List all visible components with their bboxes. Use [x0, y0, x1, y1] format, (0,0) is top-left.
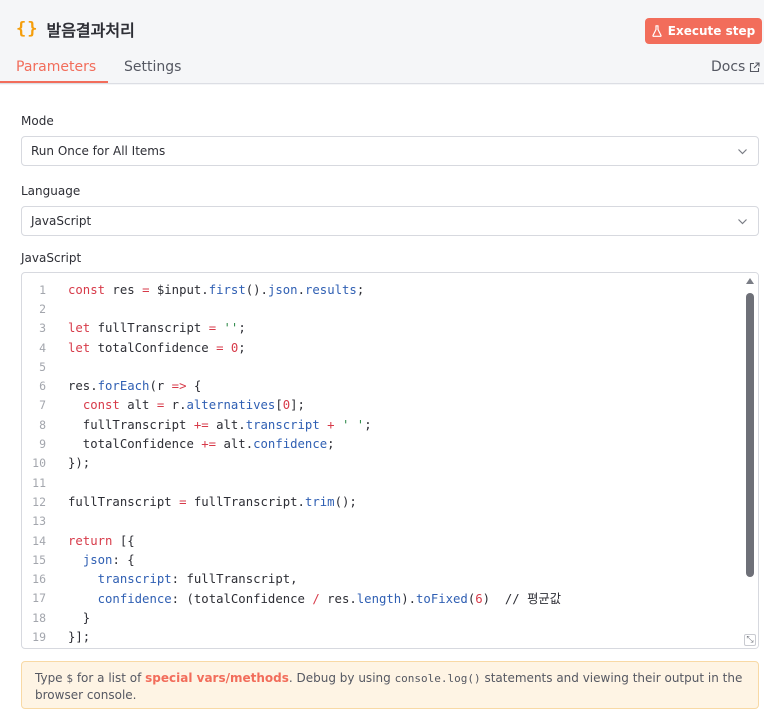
- tab-parameters[interactable]: Parameters: [16, 59, 96, 75]
- code-braces-icon: {}: [16, 19, 39, 39]
- code-text: }: [68, 610, 91, 625]
- active-tab-indicator: [0, 81, 108, 83]
- language-value: JavaScript: [31, 214, 92, 228]
- execute-step-label: Execute step: [667, 24, 756, 38]
- code-text: res.forEach(r => {: [68, 379, 202, 394]
- mode-value: Run Once for All Items: [31, 144, 166, 158]
- line-number: 9: [39, 437, 46, 452]
- code-line[interactable]: 3 let fullTranscript = '';: [22, 319, 742, 338]
- code-line[interactable]: 7 const alt = r.alternatives[0];: [22, 396, 742, 415]
- line-number: 1: [39, 282, 46, 297]
- code-lines: 1 const res = $input.first().json.results…: [22, 280, 742, 647]
- code-line[interactable]: 8 fullTranscript += alt.transcript + ' '…: [22, 415, 742, 434]
- code-line[interactable]: 2: [22, 299, 742, 318]
- line-number: 13: [32, 514, 46, 529]
- scrollbar-thumb[interactable]: [746, 293, 754, 577]
- code-text: transcript: fullTranscript,: [97, 572, 298, 587]
- language-select[interactable]: JavaScript: [21, 206, 759, 236]
- code-editor[interactable]: 1 const res = $input.first().json.results…: [21, 272, 759, 649]
- code-text: return [{: [68, 533, 135, 548]
- editor-scrollbar[interactable]: [742, 273, 758, 648]
- line-number: 2: [39, 301, 46, 316]
- docs-label: Docs: [711, 59, 746, 75]
- code-line[interactable]: 19}];: [22, 627, 742, 646]
- node-title[interactable]: 발음결과처리: [46, 17, 134, 41]
- line-number: 16: [32, 572, 46, 587]
- special-vars-link[interactable]: special vars/methods: [145, 671, 289, 685]
- hint-console-log: console.log(): [394, 672, 481, 685]
- hint-text: for a list of: [73, 671, 146, 685]
- code-line[interactable]: 15 json: {: [22, 550, 742, 569]
- line-number: 18: [32, 610, 46, 625]
- line-number: 3: [39, 321, 46, 336]
- line-number: 10: [32, 456, 46, 471]
- flask-icon: [652, 25, 662, 37]
- chevron-down-icon: [738, 149, 747, 155]
- external-link-icon: [750, 61, 760, 72]
- line-number: 8: [39, 417, 46, 432]
- line-number: 7: [39, 398, 46, 413]
- line-number: 12: [32, 494, 46, 509]
- code-line[interactable]: 17 confidence: (totalConfidence / res.le…: [22, 589, 742, 608]
- mode-select[interactable]: Run Once for All Items: [21, 136, 759, 166]
- code-label: JavaScript: [21, 251, 82, 265]
- language-label: Language: [21, 184, 81, 198]
- code-line[interactable]: 18 }: [22, 608, 742, 627]
- docs-link[interactable]: Docs: [711, 59, 760, 75]
- code-line[interactable]: 4 let totalConfidence = 0;: [22, 338, 742, 357]
- code-line[interactable]: 10});: [22, 454, 742, 473]
- code-text: });: [68, 456, 91, 471]
- code-text: const alt = r.alternatives[0];: [82, 398, 305, 413]
- code-line[interactable]: 13: [22, 512, 742, 531]
- parameters-panel: Mode Run Once for All Items Language Jav…: [0, 85, 764, 719]
- node-title-row: {} 발음결과처리: [16, 17, 135, 41]
- code-text: json: {: [82, 552, 135, 567]
- code-line[interactable]: 11: [22, 473, 742, 492]
- line-number: 4: [39, 340, 46, 355]
- code-line[interactable]: 1 const res = $input.first().json.results…: [22, 280, 742, 299]
- resize-handle-icon[interactable]: ⤡: [744, 634, 756, 646]
- code-text: }];: [68, 629, 91, 644]
- code-text: confidence: (totalConfidence / res.lengt…: [97, 592, 562, 607]
- hint-text: . Debug by using: [288, 671, 395, 685]
- mode-label: Mode: [21, 114, 54, 128]
- code-line[interactable]: 12 fullTranscript = fullTranscript.trim()…: [22, 492, 742, 511]
- code-text: let fullTranscript = '';: [68, 321, 246, 336]
- code-line[interactable]: 14 return [{: [22, 531, 742, 550]
- tab-settings[interactable]: Settings: [124, 59, 181, 75]
- scroll-up-icon[interactable]: [746, 278, 754, 284]
- line-number: 11: [32, 475, 46, 490]
- line-number: 14: [32, 533, 46, 548]
- hint-text: Type: [35, 671, 67, 685]
- code-text: let totalConfidence = 0;: [68, 340, 246, 355]
- code-line[interactable]: 16 transcript: fullTranscript,: [22, 569, 742, 588]
- code-hint-notice: Type $ for a list of special vars/method…: [21, 661, 759, 709]
- line-number: 15: [32, 552, 46, 567]
- code-text: totalConfidence += alt.confidence;: [68, 437, 335, 452]
- execute-step-button[interactable]: Execute step: [645, 18, 762, 44]
- line-number: 19: [32, 629, 46, 644]
- line-number: 6: [39, 379, 46, 394]
- code-line[interactable]: 6 res.forEach(r => {: [22, 376, 742, 395]
- chevron-down-icon: [738, 219, 747, 225]
- line-number: 5: [39, 359, 46, 374]
- code-text: fullTranscript = fullTranscript.trim();: [68, 494, 357, 509]
- code-line[interactable]: 9 totalConfidence += alt.confidence;: [22, 434, 742, 453]
- code-text: fullTranscript += alt.transcript + ' ';: [68, 417, 372, 432]
- code-line[interactable]: 5: [22, 357, 742, 376]
- node-header: {} 발음결과처리 Execute step Parameters Settin…: [0, 0, 764, 84]
- code-text: const res = $input.first().json.results;: [68, 282, 365, 297]
- line-number: 17: [32, 591, 46, 606]
